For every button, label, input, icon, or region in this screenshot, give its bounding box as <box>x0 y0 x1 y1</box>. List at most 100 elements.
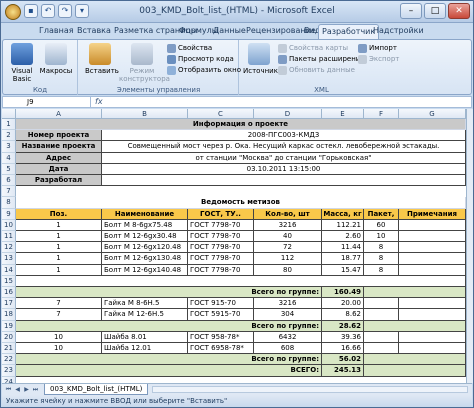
table-header[interactable]: Поз. <box>16 208 102 220</box>
table-cell-mass[interactable]: 39.36 <box>322 331 364 343</box>
table-cell-gost[interactable]: ГОСТ 7798-70 <box>188 264 254 276</box>
table-cell-notes[interactable] <box>399 219 466 231</box>
table-cell-qty[interactable]: 608 <box>254 343 322 355</box>
last-sheet-icon[interactable]: ⏭ <box>31 385 40 394</box>
group-total-value[interactable]: 160.49 <box>322 287 364 299</box>
table-cell-gost[interactable]: ГОСТ 7798-70 <box>188 231 254 243</box>
row-header[interactable]: 15 <box>2 275 16 287</box>
design-mode-button[interactable]: Режим конструктора <box>119 43 170 83</box>
address-label[interactable]: Адрес <box>16 152 102 164</box>
table-cell-notes[interactable] <box>399 253 466 265</box>
minimize-button[interactable]: – <box>400 3 422 19</box>
column-header[interactable]: B <box>102 109 188 119</box>
table-cell-mass[interactable]: 112.21 <box>322 219 364 231</box>
show-window-button[interactable]: Отобразить окно <box>167 66 241 75</box>
table-cell-notes[interactable] <box>399 242 466 254</box>
table-header[interactable]: Масса, кг <box>322 208 364 220</box>
row-header[interactable]: 6 <box>2 175 16 187</box>
export-button[interactable]: Экспорт <box>358 55 399 64</box>
horizontal-scrollbar[interactable] <box>152 386 468 393</box>
table-cell-pack[interactable]: 60 <box>364 219 399 231</box>
group-total-label[interactable]: Всего по группе: <box>16 287 322 299</box>
expansion-packs-button[interactable]: Пакеты расширения <box>278 55 365 64</box>
table-cell-gost[interactable]: ГОСТ 7798-70 <box>188 219 254 231</box>
developer-value[interactable] <box>102 175 466 187</box>
table-cell-pos[interactable]: 1 <box>16 253 102 265</box>
tab-insert[interactable]: Вставка <box>77 24 111 38</box>
table-cell-notes[interactable] <box>399 231 466 243</box>
table-cell-notes[interactable] <box>399 331 466 343</box>
sheet-title[interactable]: Ведомость метизов <box>16 197 466 209</box>
column-header[interactable]: D <box>254 109 322 119</box>
table-cell-gost[interactable]: ГОСТ 7798-70 <box>188 253 254 265</box>
row-header[interactable]: 3 <box>2 141 16 153</box>
row-header[interactable]: 4 <box>2 152 16 164</box>
table-cell-pack[interactable]: 8 <box>364 264 399 276</box>
table-header[interactable]: Кол-во, шт <box>254 208 322 220</box>
row-header[interactable]: 17 <box>2 298 16 310</box>
date-label[interactable]: Дата <box>16 163 102 175</box>
table-cell-name[interactable]: Гайка М 12-6Н.5 <box>102 309 188 321</box>
group-total-fill[interactable] <box>364 354 466 366</box>
visual-basic-button[interactable]: Visual Basic <box>7 43 37 83</box>
column-header[interactable]: G <box>399 109 466 119</box>
project-name-label[interactable]: Название проекта <box>16 141 102 153</box>
maximize-button[interactable]: □ <box>424 3 446 19</box>
table-cell-qty[interactable]: 80 <box>254 264 322 276</box>
source-button[interactable]: Источник <box>243 43 278 75</box>
table-cell-mass[interactable]: 18.77 <box>322 253 364 265</box>
table-cell-qty[interactable]: 304 <box>254 309 322 321</box>
table-cell-name[interactable]: Болт М 8-6gх75.48 <box>102 219 188 231</box>
tab-data[interactable]: Данные <box>213 24 246 38</box>
table-cell-pack[interactable] <box>364 298 399 310</box>
row-header[interactable]: 2 <box>2 130 16 142</box>
table-cell-pack[interactable]: 8 <box>364 253 399 265</box>
row-header[interactable]: 18 <box>2 309 16 321</box>
row-header[interactable]: 7 <box>2 186 16 198</box>
column-header[interactable]: E <box>322 109 364 119</box>
project-number-value[interactable]: 2008-ПГС003-КМД3 <box>102 130 466 142</box>
group-total-label[interactable]: Всего по группе: <box>16 320 322 332</box>
table-cell-pos[interactable]: 7 <box>16 309 102 321</box>
table-cell-notes[interactable] <box>399 343 466 355</box>
table-cell-pos[interactable]: 10 <box>16 331 102 343</box>
prev-sheet-icon[interactable]: ◀ <box>13 385 22 394</box>
macros-button[interactable]: Макросы <box>39 43 73 75</box>
table-cell-gost[interactable]: ГОСТ 5915-70 <box>188 309 254 321</box>
project-number-label[interactable]: Номер проекта <box>16 130 102 142</box>
sheet-tab[interactable]: 003_KMD_Bolt_list_(HTML) <box>44 384 149 395</box>
table-cell-notes[interactable] <box>399 264 466 276</box>
row-header[interactable]: 21 <box>2 343 16 355</box>
table-cell-mass[interactable]: 15.47 <box>322 264 364 276</box>
info-title[interactable]: Информация о проекте <box>16 119 466 131</box>
table-cell-qty[interactable]: 40 <box>254 231 322 243</box>
import-button[interactable]: Импорт <box>358 44 397 53</box>
row-header[interactable]: 13 <box>2 253 16 265</box>
table-cell-name[interactable]: Болт М 12-6gх130.48 <box>102 253 188 265</box>
fx-icon[interactable]: fx <box>95 97 103 107</box>
table-cell-mass[interactable]: 2.60 <box>322 231 364 243</box>
project-name-value[interactable]: Совмещенный мост через р. Ока. Несущий к… <box>102 141 466 153</box>
table-header[interactable]: ГОСТ, ТУ.. <box>188 208 254 220</box>
table-cell-notes[interactable] <box>399 309 466 321</box>
group-total-fill[interactable] <box>364 287 466 299</box>
worksheet-grid[interactable]: A B C D E F G 1 2 3 4 5 6 7 8 9 10 11 12 13 14 15 16 17 18 19 20 21… <box>2 109 466 383</box>
developer-label[interactable]: Разработал <box>16 175 102 187</box>
table-header[interactable]: Наименование <box>102 208 188 220</box>
table-cell-qty[interactable]: 6432 <box>254 331 322 343</box>
table-cell-pos[interactable]: 1 <box>16 219 102 231</box>
table-cell-qty[interactable]: 112 <box>254 253 322 265</box>
row-header[interactable]: 16 <box>2 287 16 299</box>
tab-addins[interactable]: Надстройки <box>373 24 424 38</box>
group-total-label[interactable]: Всего по группе: <box>16 354 322 366</box>
row-header[interactable]: 10 <box>2 219 16 231</box>
close-button[interactable]: ✕ <box>448 3 470 19</box>
row-header[interactable]: 14 <box>2 264 16 276</box>
grand-total-label[interactable]: ВСЕГО: <box>16 365 322 377</box>
table-header[interactable]: Пакет, <box>364 208 399 220</box>
row-header[interactable]: 9 <box>2 208 16 220</box>
table-cell-name[interactable]: Болт М 12-6gх140.48 <box>102 264 188 276</box>
table-cell-name[interactable]: Болт М 12-6gх120.48 <box>102 242 188 254</box>
blank-row[interactable] <box>16 275 466 287</box>
column-header[interactable]: A <box>16 109 102 119</box>
